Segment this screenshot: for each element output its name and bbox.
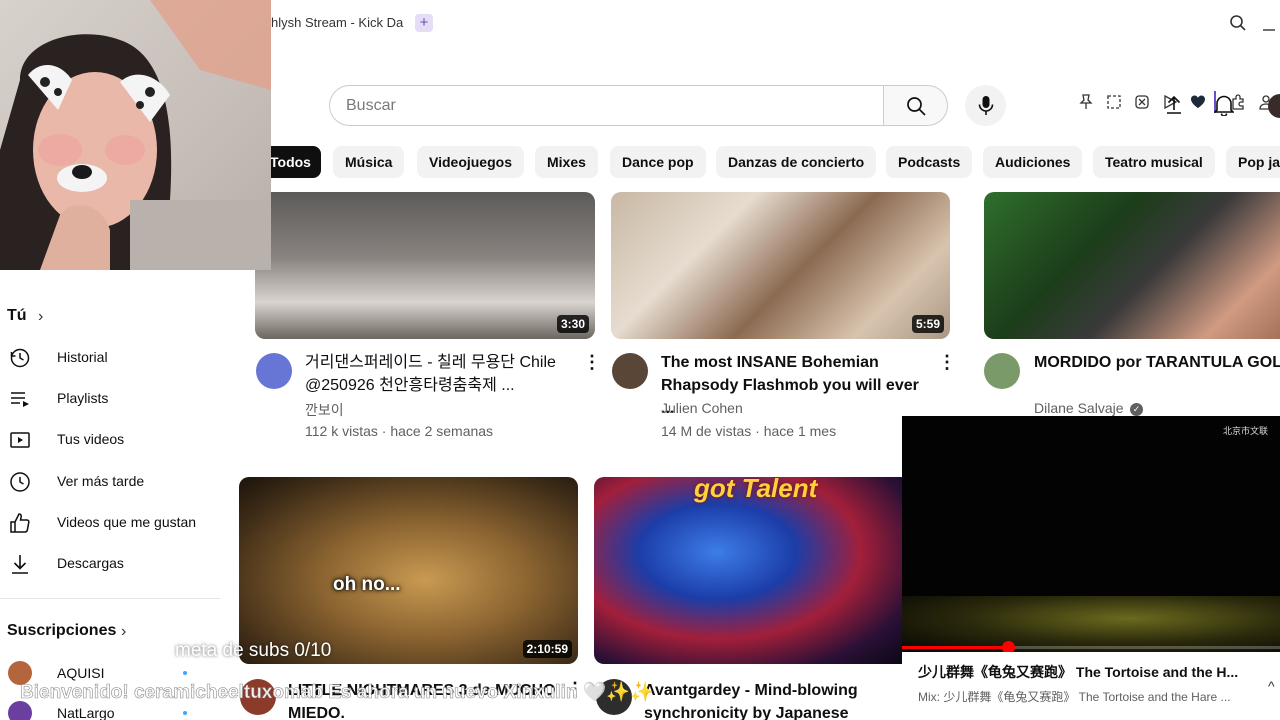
- video-title[interactable]: MORDIDO por TARANTULA GOLIA !? Las Peore…: [1034, 351, 1280, 374]
- chip-musica[interactable]: Música: [333, 146, 405, 178]
- bell-icon[interactable]: [1214, 94, 1234, 116]
- thumbnail-caption: oh no...: [333, 574, 401, 595]
- video-title[interactable]: 거리댄스퍼레이드 - 칠레 무용단 Chile @250926 천안흥타령춤축제…: [305, 351, 575, 397]
- watch-later-icon: [10, 472, 30, 492]
- channel-name[interactable]: Julien Cohen: [661, 400, 743, 416]
- search-icon: [907, 97, 926, 116]
- sidebar-item-label: Descargas: [57, 555, 124, 571]
- screen: hlysh Stream - Kick Da + Todos Música Vi…: [0, 0, 1280, 720]
- progress-track[interactable]: [902, 641, 1280, 652]
- stage-floor: [902, 596, 1280, 652]
- video-meta: 112 k vistas · hace 2 semanas: [305, 423, 494, 439]
- verified-icon: ✓: [1130, 403, 1143, 416]
- search-icon[interactable]: [1229, 14, 1247, 32]
- more-options-icon[interactable]: ⋮: [583, 352, 601, 373]
- miniplayer-video[interactable]: 北京市文联: [902, 416, 1280, 652]
- duration-badge: 5:59: [911, 315, 944, 333]
- sidebar-item-label: Historial: [57, 349, 108, 365]
- like-icon: [10, 513, 30, 533]
- sidebar-you-heading[interactable]: Tú: [7, 307, 27, 325]
- chip-pop-japones[interactable]: Pop japonés: [1226, 146, 1280, 178]
- sidebar-item-videos-que-me-gustan[interactable]: Videos que me gustan: [0, 502, 220, 542]
- mic-icon: [978, 96, 994, 115]
- chip-todos[interactable]: Todos: [270, 146, 321, 178]
- subscriber-goal: meta de subs 0/10: [175, 640, 332, 661]
- video-thumbnail[interactable]: 5:59: [611, 192, 950, 339]
- upload-icon[interactable]: [1165, 95, 1183, 115]
- chip-danzas-de-concierto[interactable]: Danzas de concierto: [716, 146, 877, 178]
- sidebar-item-ver-mas-tarde[interactable]: Ver más tarde: [0, 461, 220, 501]
- sidebar-item-label: Ver más tarde: [57, 473, 145, 489]
- video-thumbnail[interactable]: got Talent: [594, 477, 902, 664]
- stream-alert-ticker: Bienvenido! ceramicheeltuxomab Es ahora …: [20, 682, 654, 704]
- subscription-name: AQUISI: [57, 665, 105, 681]
- more-options-icon[interactable]: ⋮: [938, 352, 956, 373]
- channel-avatar[interactable]: [256, 353, 292, 389]
- sidebar-item-tus-videos[interactable]: Tus videos: [0, 419, 220, 459]
- search-button[interactable]: [883, 85, 948, 126]
- sidebar-item-label: Videos que me gustan: [57, 514, 197, 530]
- category-chips-bar: Todos Música Videojuegos Mixes Dance pop…: [270, 146, 1280, 180]
- new-content-dot: [183, 711, 187, 715]
- video-watermark: 北京市文联: [1222, 426, 1268, 436]
- chip-podcasts[interactable]: Podcasts: [886, 146, 973, 178]
- download-icon: [12, 555, 28, 574]
- pin-icon[interactable]: [1078, 94, 1094, 110]
- screenshot-icon[interactable]: [1106, 94, 1122, 110]
- duration-badge: 2:10:59: [522, 640, 572, 658]
- chip-dance-pop[interactable]: Dance pop: [610, 146, 706, 178]
- progress-bar: [902, 646, 1008, 649]
- playlists-icon: [11, 392, 29, 407]
- channel-avatar[interactable]: [984, 353, 1020, 389]
- chip-mixes[interactable]: Mixes: [535, 146, 598, 178]
- channel-avatar[interactable]: [612, 353, 648, 389]
- video-thumbnail[interactable]: 3:30: [255, 192, 595, 339]
- minimize-icon[interactable]: [1262, 14, 1276, 32]
- duration-badge: 3:30: [556, 315, 589, 333]
- browser-tab-title[interactable]: hlysh Stream - Kick Da: [271, 15, 403, 30]
- channel-name[interactable]: 깐보이: [305, 400, 344, 420]
- video-meta: 14 M de vistas · hace 1 mes: [661, 423, 837, 439]
- sidebar-item-label: Tus videos: [57, 431, 125, 447]
- new-tab-button[interactable]: +: [415, 14, 433, 32]
- avatar[interactable]: [1268, 94, 1280, 118]
- sidebar-item-label: Playlists: [57, 390, 109, 406]
- chevron-up-icon[interactable]: ^: [1268, 678, 1275, 694]
- shield-icon[interactable]: [1134, 94, 1150, 110]
- miniplayer-title[interactable]: 少儿群舞《龟兔又赛跑》 The Tortoise and the H...: [918, 662, 1243, 682]
- sidebar-subscriptions-heading[interactable]: Suscripciones: [7, 622, 116, 640]
- new-content-dot: [183, 671, 187, 675]
- sidebar-item-playlists[interactable]: Playlists: [0, 378, 220, 418]
- webcam-overlay: [0, 0, 271, 270]
- sidebar-item-historial[interactable]: Historial: [0, 337, 220, 377]
- search-input[interactable]: [329, 85, 884, 126]
- thumbnail-caption: got Talent: [694, 477, 818, 503]
- chevron-right-icon[interactable]: ›: [121, 623, 126, 641]
- chevron-right-icon[interactable]: ›: [38, 308, 43, 326]
- miniplayer-subtitle: Mix: 少儿群舞《龟兔又赛跑》 The Tortoise and the Ha…: [918, 690, 1231, 704]
- voice-search-button[interactable]: [965, 85, 1006, 126]
- heart-icon[interactable]: [1190, 94, 1206, 110]
- chip-audiciones[interactable]: Audiciones: [983, 146, 1083, 178]
- sidebar-item-descargas[interactable]: Descargas: [0, 543, 220, 583]
- sidebar-divider: [0, 598, 220, 599]
- progress-scrubber[interactable]: [1001, 641, 1015, 652]
- history-icon: [10, 348, 30, 368]
- chip-videojuegos[interactable]: Videojuegos: [417, 146, 524, 178]
- your-videos-icon: [10, 432, 30, 448]
- video-thumbnail[interactable]: [984, 192, 1280, 339]
- webcam-feed: [0, 0, 271, 270]
- channel-name[interactable]: Dilane Salvaje: [1034, 400, 1124, 416]
- chip-teatro-musical[interactable]: Teatro musical: [1093, 146, 1215, 178]
- miniplayer[interactable]: 北京市文联 少儿群舞《龟兔又赛跑》 The Tortoise and the H…: [902, 416, 1280, 720]
- video-thumbnail[interactable]: oh no... 2:10:59: [239, 477, 578, 664]
